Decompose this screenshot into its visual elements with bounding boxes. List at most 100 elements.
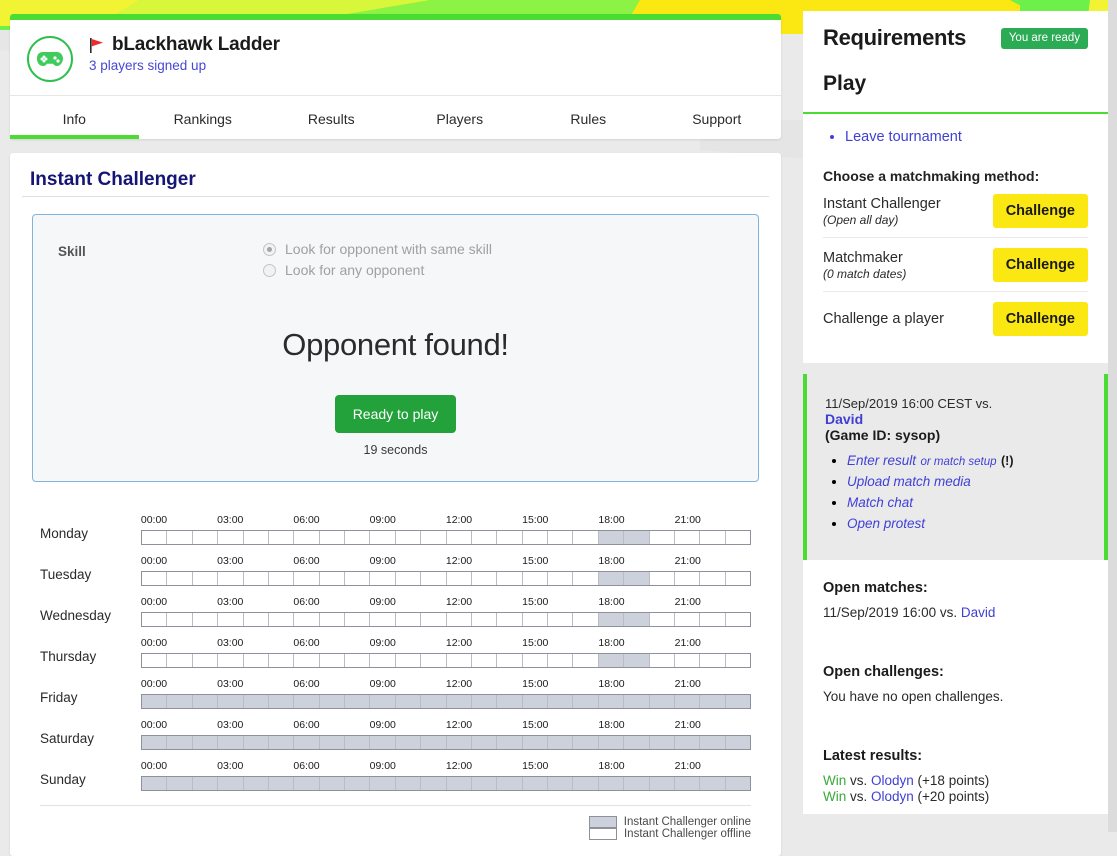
schedule-hour-cell[interactable] xyxy=(192,531,219,544)
schedule-hour-cell[interactable] xyxy=(167,531,193,544)
schedule-hour-cell[interactable] xyxy=(446,572,472,585)
schedule-hour-cell[interactable] xyxy=(624,613,650,626)
schedule-hour-cell[interactable] xyxy=(548,613,574,626)
schedule-hour-cell[interactable] xyxy=(471,695,498,708)
tab-support[interactable]: Support xyxy=(653,96,782,139)
schedule-hour-cell[interactable] xyxy=(624,531,650,544)
schedule-hour-cell[interactable] xyxy=(421,572,447,585)
schedule-hour-cell[interactable] xyxy=(700,531,726,544)
schedule-hour-cell[interactable] xyxy=(573,736,599,749)
schedule-hour-cell[interactable] xyxy=(395,531,422,544)
schedule-hour-cell[interactable] xyxy=(573,695,599,708)
schedule-hour-cell[interactable] xyxy=(345,777,371,790)
schedule-hour-cell[interactable] xyxy=(218,572,244,585)
schedule-hour-cell[interactable] xyxy=(370,654,396,667)
schedule-hour-cell[interactable] xyxy=(674,613,701,626)
schedule-hour-cell[interactable] xyxy=(446,613,472,626)
schedule-hour-cell[interactable] xyxy=(598,777,625,790)
schedule-hour-cell[interactable] xyxy=(725,531,750,544)
schedule-hour-cell[interactable] xyxy=(674,572,701,585)
schedule-hour-cell[interactable] xyxy=(624,777,650,790)
schedule-hour-cell[interactable] xyxy=(446,736,472,749)
schedule-hour-cell[interactable] xyxy=(573,777,599,790)
schedule-hour-cell[interactable] xyxy=(268,654,295,667)
schedule-hour-cell[interactable] xyxy=(573,572,599,585)
schedule-hour-cell[interactable] xyxy=(674,654,701,667)
schedule-hour-cell[interactable] xyxy=(725,613,750,626)
schedule-hour-cell[interactable] xyxy=(725,777,750,790)
schedule-hour-cell[interactable] xyxy=(421,736,447,749)
schedule-hour-cell[interactable] xyxy=(294,531,320,544)
radio-indicator[interactable] xyxy=(263,242,276,256)
schedule-hour-cell[interactable] xyxy=(167,695,193,708)
schedule-hour-cell[interactable] xyxy=(700,613,726,626)
schedule-hour-cell[interactable] xyxy=(268,531,295,544)
schedule-hour-cell[interactable] xyxy=(218,654,244,667)
schedule-hour-cell[interactable] xyxy=(218,613,244,626)
schedule-hour-cell[interactable] xyxy=(497,613,523,626)
schedule-hour-cell[interactable] xyxy=(700,736,726,749)
schedule-hour-cell[interactable] xyxy=(471,777,498,790)
schedule-hour-cell[interactable] xyxy=(142,572,168,585)
schedule-hour-cell[interactable] xyxy=(319,695,345,708)
schedule-hour-cell[interactable] xyxy=(167,777,193,790)
schedule-hour-cell[interactable] xyxy=(421,654,447,667)
schedule-hour-cell[interactable] xyxy=(649,654,675,667)
schedule-availability-bar[interactable] xyxy=(141,571,751,586)
schedule-hour-cell[interactable] xyxy=(471,613,498,626)
schedule-hour-cell[interactable] xyxy=(471,654,498,667)
schedule-hour-cell[interactable] xyxy=(294,777,320,790)
schedule-hour-cell[interactable] xyxy=(522,613,548,626)
schedule-hour-cell[interactable] xyxy=(573,654,599,667)
open-match-opponent-link[interactable]: David xyxy=(961,605,996,620)
schedule-hour-cell[interactable] xyxy=(548,654,574,667)
schedule-hour-cell[interactable] xyxy=(192,695,219,708)
schedule-hour-cell[interactable] xyxy=(649,613,675,626)
schedule-hour-cell[interactable] xyxy=(268,572,295,585)
schedule-hour-cell[interactable] xyxy=(167,736,193,749)
schedule-hour-cell[interactable] xyxy=(243,736,269,749)
schedule-hour-cell[interactable] xyxy=(395,695,422,708)
schedule-hour-cell[interactable] xyxy=(674,695,701,708)
result-opponent-link[interactable]: Olodyn xyxy=(871,789,914,804)
tab-info[interactable]: Info xyxy=(10,96,139,139)
schedule-hour-cell[interactable] xyxy=(167,572,193,585)
schedule-hour-cell[interactable] xyxy=(319,531,345,544)
schedule-hour-cell[interactable] xyxy=(268,695,295,708)
schedule-hour-cell[interactable] xyxy=(598,736,625,749)
schedule-hour-cell[interactable] xyxy=(319,736,345,749)
schedule-hour-cell[interactable] xyxy=(395,777,422,790)
schedule-hour-cell[interactable] xyxy=(243,695,269,708)
schedule-hour-cell[interactable] xyxy=(294,572,320,585)
schedule-hour-cell[interactable] xyxy=(345,572,371,585)
schedule-hour-cell[interactable] xyxy=(700,654,726,667)
schedule-hour-cell[interactable] xyxy=(395,736,422,749)
schedule-hour-cell[interactable] xyxy=(497,736,523,749)
schedule-hour-cell[interactable] xyxy=(395,654,422,667)
schedule-hour-cell[interactable] xyxy=(319,654,345,667)
schedule-hour-cell[interactable] xyxy=(142,531,168,544)
schedule-availability-bar[interactable] xyxy=(141,612,751,627)
schedule-hour-cell[interactable] xyxy=(243,777,269,790)
schedule-availability-bar[interactable] xyxy=(141,694,751,709)
open-protest-link[interactable]: Open protest xyxy=(847,516,925,531)
schedule-hour-cell[interactable] xyxy=(522,531,548,544)
schedule-hour-cell[interactable] xyxy=(649,736,675,749)
schedule-hour-cell[interactable] xyxy=(649,572,675,585)
ready-to-play-button[interactable]: Ready to play xyxy=(334,395,457,433)
schedule-hour-cell[interactable] xyxy=(370,531,396,544)
schedule-hour-cell[interactable] xyxy=(167,613,193,626)
schedule-hour-cell[interactable] xyxy=(548,531,574,544)
schedule-hour-cell[interactable] xyxy=(294,736,320,749)
schedule-availability-bar[interactable] xyxy=(141,735,751,750)
schedule-hour-cell[interactable] xyxy=(421,613,447,626)
schedule-hour-cell[interactable] xyxy=(446,531,472,544)
schedule-hour-cell[interactable] xyxy=(674,736,701,749)
schedule-hour-cell[interactable] xyxy=(471,572,498,585)
schedule-hour-cell[interactable] xyxy=(370,777,396,790)
schedule-hour-cell[interactable] xyxy=(268,777,295,790)
schedule-hour-cell[interactable] xyxy=(142,736,168,749)
schedule-hour-cell[interactable] xyxy=(522,654,548,667)
schedule-hour-cell[interactable] xyxy=(218,777,244,790)
schedule-hour-cell[interactable] xyxy=(167,654,193,667)
